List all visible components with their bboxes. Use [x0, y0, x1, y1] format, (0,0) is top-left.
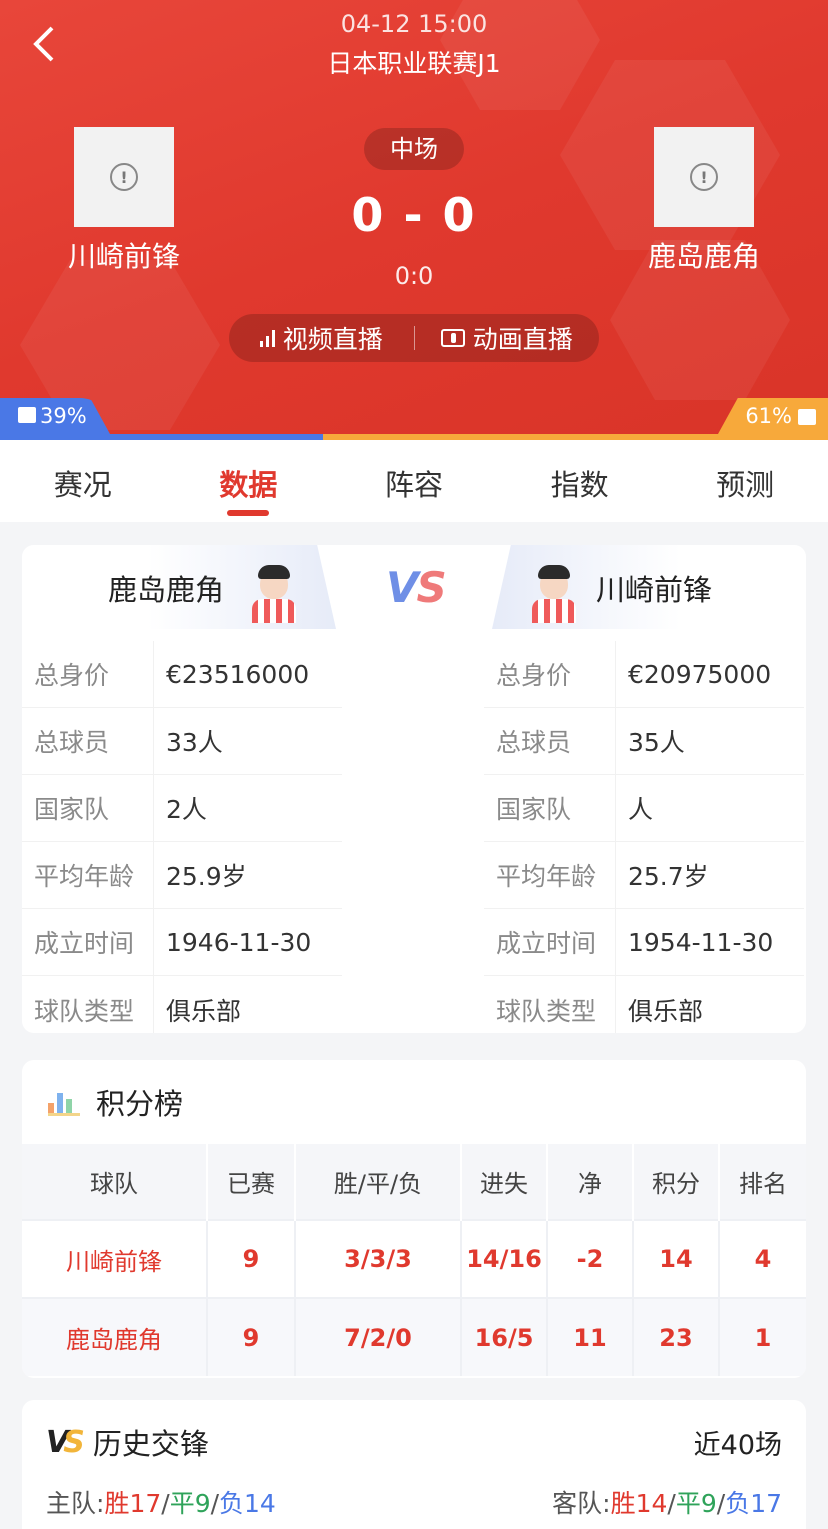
match-status-badge: 中场 — [364, 128, 464, 170]
standings-table: 球队 已赛 胜/平/负 进失 净 积分 排名 川崎前锋 9 3/3/3 14/1… — [22, 1144, 806, 1376]
info-row: 国家队 2人 — [22, 775, 342, 842]
cell: 23 — [633, 1297, 720, 1376]
h2h-header: VS 历史交锋 近40场 — [22, 1400, 806, 1484]
vs-logo-icon: VS — [46, 1424, 85, 1460]
info-row: 国家队人 — [484, 775, 804, 842]
bar-chart-icon — [48, 1088, 80, 1116]
col-header: 胜/平/负 — [295, 1144, 462, 1220]
home-record: 主队:胜17/平9/负14 — [46, 1489, 276, 1518]
image-error-icon: ! — [690, 163, 718, 191]
video-live-label: 视频直播 — [282, 325, 383, 354]
info-row: 球队类型 俱乐部 — [484, 976, 804, 1033]
signal-bars-icon — [259, 329, 275, 347]
table-row[interactable]: 鹿岛鹿角 9 7/2/0 16/5 11 23 1 — [22, 1297, 806, 1376]
cell: 14/16 — [461, 1219, 548, 1298]
cell: 16/5 — [461, 1297, 548, 1376]
match-datetime: 04-12 15:00 — [340, 10, 488, 38]
cell: 11 — [547, 1297, 634, 1376]
away-vote-pct: 61% — [745, 404, 792, 428]
cell: 3/3/3 — [295, 1219, 462, 1298]
standings-card: 积分榜 球队 已赛 胜/平/负 进失 净 积分 排名 川崎前锋 9 3/3/3 … — [22, 1060, 806, 1378]
cell: 14 — [633, 1219, 720, 1298]
h2h-title: 历史交锋 — [92, 1427, 209, 1461]
pitch-icon — [440, 329, 465, 347]
tab-lineup[interactable]: 阵容 — [331, 440, 497, 522]
col-header: 净 — [547, 1144, 634, 1220]
right-team-name[interactable]: 川崎前锋 — [596, 567, 712, 609]
h2h-record: 主队:胜17/平9/负14 客队:胜14/平9/负17 — [22, 1484, 806, 1520]
away-record: 客队:胜14/平9/负17 — [552, 1489, 782, 1518]
cell: 7/2/0 — [295, 1297, 462, 1376]
cell-team[interactable]: 川崎前锋 — [22, 1219, 208, 1298]
player-avatar-icon — [248, 563, 300, 623]
info-row: 成立时间 1946-11-30 — [22, 909, 342, 976]
animation-live-label: 动画直播 — [472, 325, 573, 354]
league-name: 日本职业联赛J1 — [327, 49, 501, 78]
col-header: 进失 — [461, 1144, 548, 1220]
thumbs-up-icon — [798, 409, 816, 425]
h2h-count-selector[interactable]: 近40场 — [694, 1423, 782, 1462]
team-compare-card: 鹿岛鹿角 VS 川崎前锋 总身价 €23516000 总球员 33人 国家队 2人 平… — [22, 545, 806, 1033]
cell: 4 — [719, 1219, 806, 1298]
info-row: 成立时间 1954-11-30 — [484, 909, 804, 976]
live-options-bar: 视频直播 动画直播 — [229, 314, 599, 362]
home-vote-pct: 39% — [40, 404, 87, 428]
video-live-button[interactable]: 视频直播 — [229, 314, 414, 362]
tab-data[interactable]: 数据 — [166, 440, 332, 522]
vs-header: 鹿岛鹿角 VS 川崎前锋 — [22, 545, 806, 629]
info-row: 总球员 33人 — [22, 708, 342, 775]
cell: 1 — [719, 1297, 806, 1376]
player-avatar-icon — [528, 563, 580, 623]
match-header: 04-12 15:00 日本职业联赛J1 ! 川崎前锋 ! 鹿岛鹿角 中场 0 … — [0, 0, 828, 440]
cell-team[interactable]: 鹿岛鹿角 — [22, 1297, 208, 1376]
col-header: 积分 — [633, 1144, 720, 1220]
info-row: 球队类型 俱乐部 — [22, 976, 342, 1033]
info-row: 平均年龄 25.9岁 — [22, 842, 342, 909]
cell: 9 — [207, 1219, 296, 1298]
tab-prediction[interactable]: 预测 — [662, 440, 828, 522]
animation-live-button[interactable]: 动画直播 — [415, 314, 600, 362]
tab-overview[interactable]: 赛况 — [0, 440, 166, 522]
standings-header: 积分榜 — [22, 1060, 806, 1144]
info-row: 总球员 35人 — [484, 708, 804, 775]
image-error-icon: ! — [110, 163, 138, 191]
left-team-name[interactable]: 鹿岛鹿角 — [108, 567, 224, 609]
match-score: 0 - 0 — [351, 188, 477, 242]
thumbs-up-icon — [18, 407, 36, 423]
half-time-score: 0:0 — [394, 262, 434, 290]
table-row[interactable]: 川崎前锋 9 3/3/3 14/16 -2 14 4 — [22, 1219, 806, 1298]
tab-odds[interactable]: 指数 — [497, 440, 663, 522]
info-row: 总身价 €20975000 — [484, 641, 804, 708]
head-to-head-card: VS 历史交锋 近40场 主队:胜17/平9/负14 客队:胜14/平9/负17 — [22, 1400, 806, 1529]
col-header: 已赛 — [207, 1144, 296, 1220]
info-row: 平均年龄 25.7岁 — [484, 842, 804, 909]
info-row: 总身价 €23516000 — [22, 641, 342, 708]
right-team-info: 总身价 €20975000 总球员 35人 国家队人 平均年龄 25.7岁 成立时间 1… — [484, 641, 804, 1033]
vs-icon: VS — [386, 563, 447, 612]
col-header: 球队 — [22, 1144, 208, 1220]
standings-title: 积分榜 — [96, 1087, 184, 1121]
tab-bar: 赛况 数据 阵容 指数 预测 — [0, 440, 828, 522]
cell: -2 — [547, 1219, 634, 1298]
away-support-vote[interactable]: 61% — [718, 398, 828, 434]
left-team-info: 总身价 €23516000 总球员 33人 国家队 2人 平均年龄 25.9岁 成立时间… — [22, 641, 342, 1033]
cell: 9 — [207, 1297, 296, 1376]
table-header-row: 球队 已赛 胜/平/负 进失 净 积分 排名 — [22, 1144, 806, 1220]
col-header: 排名 — [719, 1144, 806, 1220]
